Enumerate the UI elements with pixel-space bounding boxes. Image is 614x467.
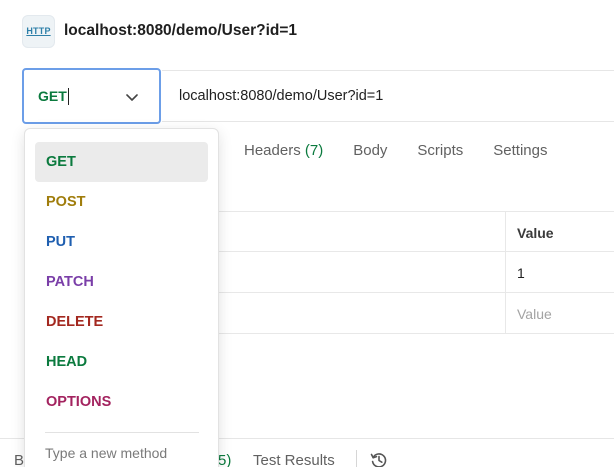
headers-count: (7) [304,142,324,159]
bottom-divider [356,450,357,467]
method-option-patch[interactable]: PATCH [35,262,208,302]
column-divider [505,293,506,333]
param-value-cell[interactable]: 1 [517,265,525,281]
tab-settings[interactable]: Settings [493,142,547,162]
request-tabs: Headers (7) Body Scripts Settings [244,142,577,162]
column-divider [505,252,506,292]
method-option-get[interactable]: GET [35,142,208,182]
new-param-value-input[interactable]: Value [517,306,552,322]
response-tab-count[interactable]: 5) [218,452,231,467]
url-input[interactable]: localhost:8080/demo/User?id=1 [162,70,614,122]
url-row: GET localhost:8080/demo/User?id=1 [0,68,614,124]
value-column-header: Value [517,225,554,241]
tab-headers[interactable]: Headers (7) [244,142,323,162]
history-icon[interactable] [369,450,389,467]
text-caret [67,87,69,105]
tab-body[interactable]: Body [353,142,387,162]
request-title: localhost:8080/demo/User?id=1 [64,22,298,39]
response-tab-partial[interactable]: B [14,452,24,467]
table-header-row: Value [218,211,614,252]
method-option-post[interactable]: POST [35,182,208,222]
params-table: Value 1 Value [218,211,614,334]
dropdown-separator [45,432,199,433]
method-dropdown: GET POST PUT PATCH DELETE HEAD OPTIONS T… [24,128,219,467]
http-file-icon: HTTP [22,14,55,48]
tab-test-results[interactable]: Test Results [253,452,335,467]
request-title-bar: HTTP localhost:8080/demo/User?id=1 [0,0,614,62]
method-select-value: GET [38,88,67,104]
chevron-down-icon[interactable] [125,90,139,104]
table-row: 1 [218,252,614,293]
method-option-put[interactable]: PUT [35,222,208,262]
method-option-options[interactable]: OPTIONS [35,382,208,422]
table-row-new: Value [218,293,614,334]
column-divider[interactable] [505,212,506,251]
method-select[interactable]: GET [22,68,161,124]
new-method-input[interactable]: Type a new method [45,445,167,461]
method-option-head[interactable]: HEAD [35,342,208,382]
method-option-delete[interactable]: DELETE [35,302,208,342]
tab-scripts[interactable]: Scripts [417,142,463,162]
